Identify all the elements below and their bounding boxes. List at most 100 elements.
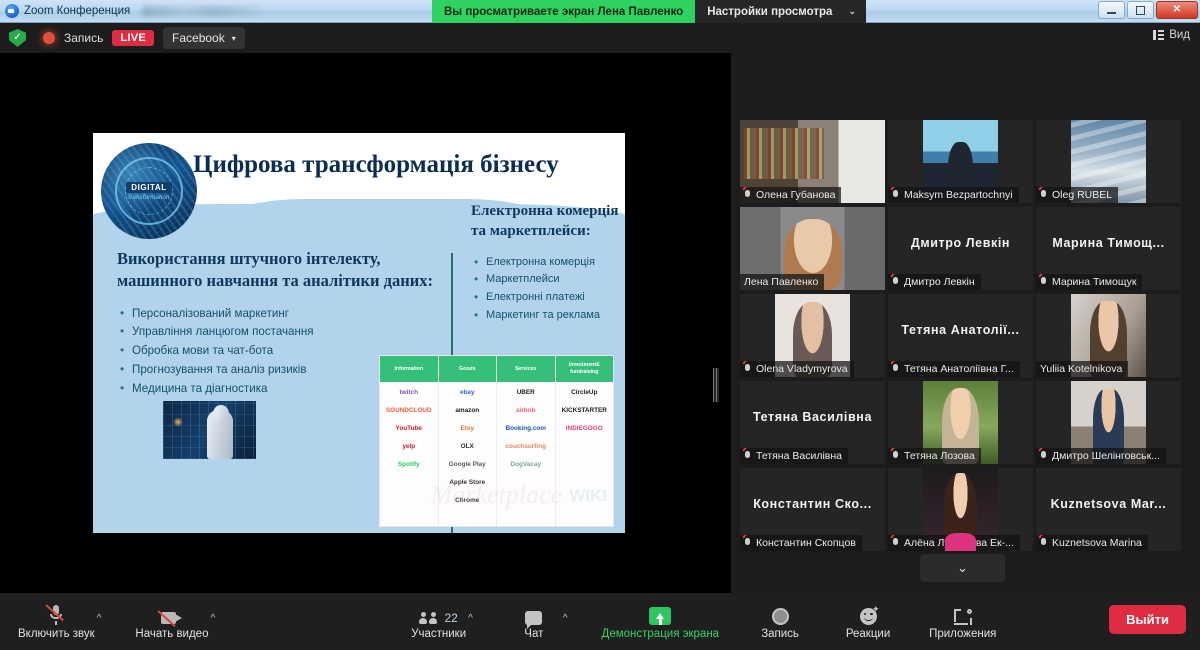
participant-name-text: Olena Vladymyrova (756, 363, 848, 375)
marketplace-column-header: Investment& fundraising (555, 356, 613, 382)
participant-tile[interactable]: Olena Vladymyrova (740, 294, 885, 377)
bullet-item: Електронна комерція (471, 253, 621, 272)
bullet-item: Маркетинг та реклама (471, 306, 621, 325)
show-more-participants-button[interactable]: ⌄ (920, 554, 1005, 582)
bullet-item: Маркетплейси (471, 270, 621, 289)
marketplace-table: Marketplace WIKI Information twitch SOUNDC… (379, 355, 614, 527)
security-shield-icon[interactable]: ✓ (9, 29, 26, 47)
apps-button[interactable]: Приложения (929, 604, 996, 640)
view-options-button[interactable]: Настройки просмотра ⌄ (695, 0, 867, 23)
marketplace-brand: Google Play (448, 461, 486, 469)
panel-collapse-handle[interactable] (713, 368, 719, 402)
maximize-button[interactable] (1127, 1, 1154, 19)
recording-toolbar: ✓ Запись LIVE Facebook ▾ (0, 23, 1200, 53)
close-button[interactable]: ✕ (1156, 1, 1198, 19)
table-watermark-2: WIKI (569, 486, 607, 505)
participant-name-text: Oleg RUBEL (1052, 189, 1113, 201)
chevron-down-icon: ⌄ (957, 560, 968, 575)
chat-bubble-icon (525, 610, 543, 629)
zoom-logo-icon (5, 4, 19, 18)
marketplace-brand: airbnb (515, 407, 536, 415)
participant-name-text: Олена Губанова (756, 189, 836, 201)
microphone-muted-icon (892, 450, 900, 462)
mute-audio-button[interactable]: Включить звук (18, 603, 95, 640)
redacted-title-region (142, 5, 263, 17)
logo-line-2: transformation (128, 194, 170, 201)
apps-icon (953, 608, 972, 625)
share-screen-icon (649, 606, 672, 625)
participant-tile[interactable]: Maksym Bezpartochnyi (888, 120, 1033, 203)
participant-tile[interactable]: Дмитро Левкін Дмитро Левкін (888, 207, 1033, 290)
participants-button-label: Участники (411, 627, 467, 640)
record-button[interactable]: Запись (753, 604, 807, 640)
chat-options-caret[interactable]: ^ (563, 605, 568, 639)
microphone-muted-icon (892, 537, 900, 549)
participant-tile[interactable]: Тетяна Лозова (888, 381, 1033, 464)
slide-right-column: Електронна комерція та маркетплейси: Еле… (471, 201, 621, 325)
marketplace-brand: amazon (455, 407, 480, 415)
view-button[interactable]: Вид (1153, 29, 1190, 41)
microphone-muted-icon (892, 276, 900, 288)
audio-button-label: Включить звук (18, 627, 95, 640)
participant-tile[interactable]: Олена Губанова (740, 120, 885, 203)
start-video-button[interactable]: Начать видео (135, 604, 208, 640)
reactions-button-label: Реакции (845, 627, 891, 640)
participant-name-label: Kuznetsova Marina (1036, 535, 1148, 551)
participant-name-text: Kuznetsova Marina (1052, 537, 1142, 549)
chevron-up-icon: ^ (468, 612, 473, 624)
participant-name-label: Тетяна Василівна (740, 448, 848, 464)
marketplace-brand: Etsy (460, 425, 475, 433)
marketplace-brand: Spotify (397, 461, 420, 469)
chat-button[interactable]: Чат (507, 604, 561, 640)
facebook-stream-button[interactable]: Facebook ▾ (163, 27, 245, 49)
marketplace-brand: Chrome (455, 497, 480, 505)
participant-name-label: Дмитро Левкін (888, 274, 981, 290)
chevron-up-icon: ^ (210, 612, 216, 624)
video-button-label: Начать видео (135, 627, 209, 640)
participant-tile[interactable]: Марина Тимощ... Марина Тимощук (1036, 207, 1181, 290)
participants-count: 22 (444, 610, 458, 625)
microphone-muted-icon (744, 189, 752, 201)
participant-name-text: Тетяна Лозова (904, 450, 975, 462)
participants-options-caret[interactable]: ^ (468, 605, 473, 639)
participant-name-text: Тетяна Василівна (756, 450, 842, 462)
marketplace-column-header: Goods (438, 356, 496, 382)
video-options-caret[interactable]: ^ (210, 605, 215, 639)
participants-button[interactable]: 22 Участники (411, 604, 466, 640)
record-button-label: Запись (761, 627, 799, 640)
microphone-muted-icon (744, 537, 752, 549)
camera-off-icon (157, 609, 183, 627)
participant-name-text: Константин Скопцов (756, 537, 856, 549)
participant-tile[interactable]: Тетяна Анатолії... Тетяна Анатоліївна Г..… (888, 294, 1033, 377)
participant-tile[interactable]: Лена Павленко (740, 207, 885, 290)
marketplace-brand: twitch (399, 389, 418, 397)
participant-tile[interactable]: Константин Ско... Константин Скопцов (740, 468, 885, 551)
microphone-muted-icon (1040, 450, 1048, 462)
share-button-label: Демонстрация экрана (601, 627, 720, 640)
participant-tile[interactable]: Алёна Луферова Ек-... (888, 468, 1033, 551)
participant-name-label: Тетяна Лозова (888, 448, 981, 464)
marketplace-column: Goods ebay amazon Etsy OLX Google Play Apple S… (438, 356, 497, 526)
microphone-muted-icon (45, 603, 65, 625)
participant-tile[interactable]: Тетяна Василівна Тетяна Василівна (740, 381, 885, 464)
share-screen-button[interactable]: Демонстрация экрана (601, 604, 720, 640)
participant-name-label: Olena Vladymyrova (740, 361, 854, 377)
chevron-down-icon: ⌄ (848, 6, 857, 16)
participant-tile[interactable]: Oleg RUBEL (1036, 120, 1181, 203)
minimize-button[interactable] (1098, 1, 1125, 19)
chevron-up-icon: ^ (96, 612, 102, 624)
reactions-button[interactable]: ✦ Реакции (841, 604, 895, 640)
audio-options-caret[interactable]: ^ (97, 605, 102, 639)
view-label: Вид (1169, 29, 1190, 41)
leave-meeting-button[interactable]: Выйти (1109, 605, 1186, 634)
participant-name-label: Тетяна Анатоліївна Г... (888, 361, 1020, 377)
apps-button-label: Приложения (929, 627, 997, 640)
logo-line-1: DIGITAL (126, 181, 172, 193)
participant-tile[interactable]: Kuznetsova Mar... Kuznetsova Marina (1036, 468, 1181, 551)
participant-name-label: Марина Тимощук (1036, 274, 1143, 290)
right-bullet-list: Електронна комерціяМаркетплейсиЕлектронн… (471, 253, 621, 326)
chevron-down-icon: ▾ (231, 33, 236, 43)
shared-screen-stage[interactable]: DIGITAL transformation Цифрова трансформ… (0, 53, 731, 593)
participant-tile[interactable]: Yuliia Kotelnikova (1036, 294, 1181, 377)
participant-tile[interactable]: Дмитро Шелінговськ... (1036, 381, 1181, 464)
